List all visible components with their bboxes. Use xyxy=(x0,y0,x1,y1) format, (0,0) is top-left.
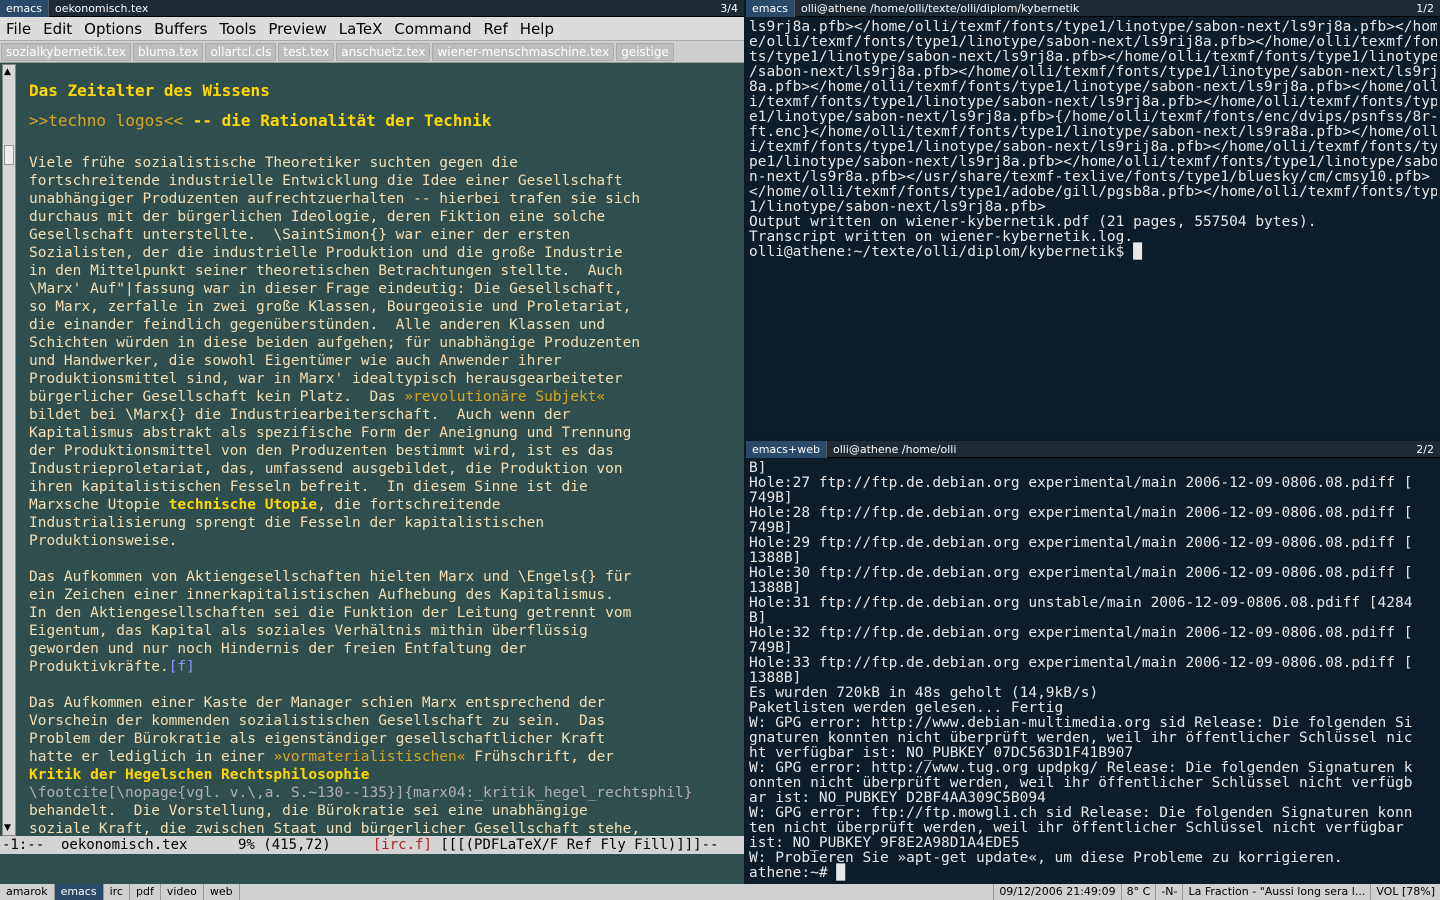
menu-tools[interactable]: Tools xyxy=(213,20,262,38)
menu-file[interactable]: File xyxy=(0,20,37,38)
paragraph: Das Aufkommen von Aktiengesellschaften h… xyxy=(29,569,632,675)
menu-ref[interactable]: Ref xyxy=(478,20,514,38)
temperature: 8° C xyxy=(1120,884,1156,900)
footcite-command: \footcite[\nopage{vgl. v.\,a. S.~130--13… xyxy=(29,785,693,801)
workspace-tag-web[interactable]: web xyxy=(204,884,240,900)
window-number: 3/4 xyxy=(720,1,738,15)
emacs-tab[interactable]: emacs xyxy=(0,0,50,17)
status-bar: amarok emacs irc pdf video web 09/12/200… xyxy=(0,884,1440,900)
menu-buffers[interactable]: Buffers xyxy=(148,20,213,38)
workspace-tag-pdf[interactable]: pdf xyxy=(130,884,161,900)
buffer-tab[interactable]: test.tex xyxy=(278,42,335,61)
emphasis: Kritik der Hegelschen Rechtsphilosophie xyxy=(29,767,370,783)
volume[interactable]: VOL [78%] xyxy=(1370,884,1440,900)
status-widgets: 09/12/2006 21:49:09 8° C -N- La Fraction… xyxy=(993,884,1440,900)
quoted-term: »revolutionäre Subjekt« xyxy=(404,389,606,405)
minibuffer[interactable] xyxy=(0,854,744,884)
buffer-tab[interactable]: sozialkybernetik.tex xyxy=(1,42,132,61)
irc-indicator[interactable]: [irc.f] xyxy=(373,837,432,853)
now-playing: La Fraction - "Aussi long sera l... xyxy=(1182,884,1370,900)
emacs-titlebar: emacs oekonomisch.tex 3/4 xyxy=(0,0,744,17)
terminal-window[interactable]: emacs olli@athene /home/olli/texte/olli/… xyxy=(746,0,1440,439)
terminal-titlebar: emacs+web olli@athene /home/olli 2/2 xyxy=(746,441,1440,458)
text-buffer[interactable]: Das Zeitalter des Wissens >>techno logos<… xyxy=(29,76,739,836)
file-tab[interactable]: oekonomisch.tex xyxy=(49,0,154,17)
window-number: 1/2 xyxy=(1416,1,1434,15)
scroll-down-icon[interactable]: ▼ xyxy=(4,823,11,833)
quoted-term: »vormaterialistischen« xyxy=(273,749,466,765)
workspace-tag-video[interactable]: video xyxy=(161,884,204,900)
workspace-tag-emacs[interactable]: emacs xyxy=(54,884,104,900)
footnote-marker[interactable]: [f] xyxy=(169,659,195,675)
vertical-scrollbar[interactable]: ▲ ▼ xyxy=(2,64,16,836)
window-number: 2/2 xyxy=(1416,442,1434,456)
menu-edit[interactable]: Edit xyxy=(37,20,78,38)
terminal-path: olli@athene /home/olli/texte/olli/diplom… xyxy=(801,1,1080,15)
buffer-tab[interactable]: bluma.tex xyxy=(133,42,204,61)
scrollbar-thumb[interactable] xyxy=(4,145,14,165)
terminal-output[interactable]: B] Hole:27 ftp://ftp.de.debian.org exper… xyxy=(749,461,1437,884)
terminal-output[interactable]: ls9rj8a.pfb></home/olli/texmf/fonts/type… xyxy=(749,20,1437,439)
workspace-tag-irc[interactable]: irc xyxy=(104,884,130,900)
menu-help[interactable]: Help xyxy=(514,20,560,38)
terminal-path: olli@athene /home/olli xyxy=(832,442,957,456)
subsection-title: >>techno logos<< -- die Rationalität der… xyxy=(29,111,492,130)
scroll-up-icon[interactable]: ▲ xyxy=(4,67,11,77)
clock: 09/12/2006 21:49:09 xyxy=(993,884,1120,900)
menu-latex[interactable]: LaTeX xyxy=(333,20,389,38)
buffer-tab[interactable]: ollartcl.cls xyxy=(205,42,277,61)
terminal-tab[interactable]: emacs xyxy=(746,0,796,17)
buffer-tab-bar: sozialkybernetik.tex bluma.tex ollartcl.… xyxy=(0,41,744,63)
menu-options[interactable]: Options xyxy=(78,20,148,38)
menu-command[interactable]: Command xyxy=(388,20,477,38)
terminal-tab[interactable]: emacs+web xyxy=(746,441,827,458)
terminal-titlebar: emacs olli@athene /home/olli/texte/olli/… xyxy=(746,0,1440,17)
buffer-tab[interactable]: geistige xyxy=(616,42,674,61)
section-title: Das Zeitalter des Wissens xyxy=(29,81,270,100)
menu-preview[interactable]: Preview xyxy=(262,20,332,38)
mode-line: -1:-- oekonomisch.tex 9% (415,72) [irc.f… xyxy=(0,836,744,854)
buffer-tab[interactable]: anschuetz.tex xyxy=(336,42,431,61)
terminal-window[interactable]: emacs+web olli@athene /home/olli 2/2 B] … xyxy=(746,441,1440,884)
paragraph: Viele frühe sozialistische Theoretiker s… xyxy=(29,155,641,405)
emphasis: technische Utopie xyxy=(168,497,318,513)
buffer-tab[interactable]: wiener-menschmaschine.tex xyxy=(432,42,615,61)
emacs-window: emacs oekonomisch.tex 3/4 File Edit Opti… xyxy=(0,0,744,884)
menu-bar: File Edit Options Buffers Tools Preview … xyxy=(0,17,744,41)
mode-indicator: -N- xyxy=(1155,884,1182,900)
workspace-tag-amarok[interactable]: amarok xyxy=(0,884,55,900)
